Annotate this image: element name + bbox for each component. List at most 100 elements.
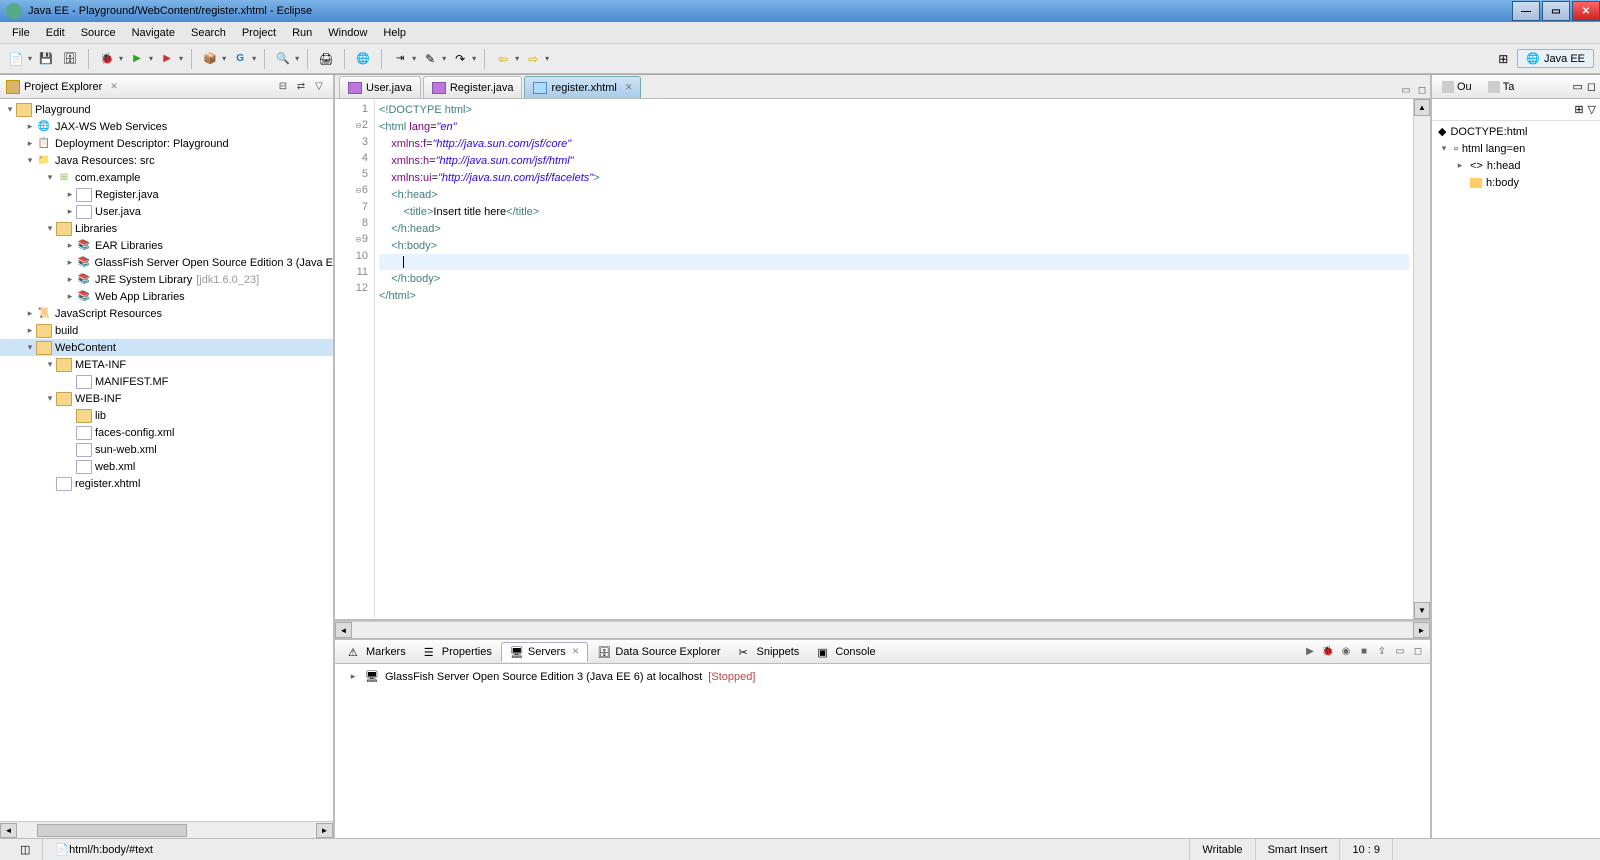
editor-content[interactable]: <!DOCTYPE html> <html lang="en" xmlns:f=… — [375, 99, 1413, 619]
open-perspective-button[interactable] — [1493, 49, 1513, 69]
outline-head[interactable]: ▸<>h:head — [1434, 157, 1598, 174]
tree-web-xml[interactable]: web.xml — [0, 458, 333, 475]
servers-body[interactable]: ▸ 🖥 GlassFish Server Open Source Edition… — [335, 664, 1430, 838]
run-external-button[interactable] — [157, 49, 177, 69]
editor-minimize-button[interactable]: ▭ — [1398, 82, 1414, 98]
menu-help[interactable]: Help — [375, 24, 414, 42]
tab-close-icon[interactable]: ✕ — [572, 646, 580, 657]
tree-jaxws[interactable]: ▸🌐JAX-WS Web Services — [0, 118, 333, 135]
link-editor-button[interactable]: ⇄ — [293, 79, 309, 95]
annotation-dropdown[interactable] — [442, 54, 446, 63]
tree-javares[interactable]: ▾📁Java Resources: src — [0, 152, 333, 169]
tree-ear-libs[interactable]: ▸📚EAR Libraries — [0, 237, 333, 254]
menu-source[interactable]: Source — [73, 24, 124, 42]
open-type-button[interactable] — [230, 49, 250, 69]
project-explorer-tab[interactable]: Project Explorer ✕ — [6, 80, 118, 94]
collapse-all-button[interactable]: ⊟ — [275, 79, 291, 95]
editor-tab-register[interactable]: Register.java — [423, 76, 523, 98]
next-ann-dropdown[interactable] — [472, 54, 476, 63]
tasklist-tab[interactable]: Ta — [1482, 79, 1521, 95]
scroll-up-button[interactable]: ▲ — [1414, 99, 1430, 116]
menu-edit[interactable]: Edit — [38, 24, 73, 42]
menu-run[interactable]: Run — [284, 24, 320, 42]
editor-tab-user[interactable]: User.java — [339, 76, 421, 98]
search-button[interactable] — [273, 49, 293, 69]
new-server-button[interactable] — [200, 49, 220, 69]
scroll-right-button[interactable]: ► — [316, 823, 333, 838]
project-explorer-close[interactable]: ✕ — [110, 81, 118, 92]
nav-back-dropdown[interactable] — [515, 54, 519, 63]
tree-libraries[interactable]: ▾Libraries — [0, 220, 333, 237]
menu-navigate[interactable]: Navigate — [124, 24, 183, 42]
minimize-button[interactable]: — — [1512, 1, 1540, 21]
tab-servers[interactable]: 🖥Servers✕ — [501, 642, 588, 662]
tree-metainf[interactable]: ▾META-INF — [0, 356, 333, 373]
debug-button[interactable] — [97, 49, 117, 69]
close-button[interactable]: ✕ — [1572, 1, 1600, 21]
tree-register-java[interactable]: ▸Register.java — [0, 186, 333, 203]
outline-body[interactable]: h:body — [1434, 174, 1598, 191]
server-stop-button[interactable]: ■ — [1356, 644, 1372, 660]
perspective-javaee[interactable]: 🌐 Java EE — [1517, 49, 1594, 68]
server-start-button[interactable]: ▶ — [1302, 644, 1318, 660]
outline-doctype[interactable]: ◆DOCTYPE:html — [1434, 123, 1598, 140]
outline-html[interactable]: ▾▫html lang=en — [1434, 140, 1598, 157]
editor-tab-register-xhtml[interactable]: register.xhtml✕ — [524, 76, 641, 98]
tree-webcontent[interactable]: ▾WebContent — [0, 339, 333, 356]
server-publish-button[interactable]: ⇪ — [1374, 644, 1390, 660]
run-external-dropdown[interactable] — [179, 54, 183, 63]
menu-search[interactable]: Search — [183, 24, 234, 42]
tree-webinf[interactable]: ▾WEB-INF — [0, 390, 333, 407]
scroll-left-button[interactable]: ◄ — [335, 622, 352, 638]
search-dropdown[interactable] — [295, 54, 299, 63]
tab-properties[interactable]: ☰Properties — [415, 642, 501, 662]
tree-user-java[interactable]: ▸User.java — [0, 203, 333, 220]
outline-sort-button[interactable]: ⊞ — [1574, 103, 1583, 116]
editor-hscroll[interactable]: ◄ ► — [335, 621, 1430, 638]
editor-maximize-button[interactable]: ◻ — [1414, 82, 1430, 98]
scroll-down-button[interactable]: ▼ — [1414, 602, 1430, 619]
skip-breakpoints-button[interactable] — [390, 49, 410, 69]
tab-console[interactable]: ▣Console — [808, 642, 884, 662]
maximize-button[interactable]: ▭ — [1542, 1, 1570, 21]
project-tree[interactable]: ▾Playground ▸🌐JAX-WS Web Services ▸📋Depl… — [0, 99, 333, 821]
tab-close-icon[interactable]: ✕ — [625, 82, 633, 93]
open-web-browser-button[interactable] — [353, 49, 373, 69]
tree-register-xhtml[interactable]: register.xhtml — [0, 475, 333, 492]
tree-lib[interactable]: lib — [0, 407, 333, 424]
nav-forward-dropdown[interactable] — [545, 54, 549, 63]
menu-file[interactable]: File — [4, 24, 38, 42]
nav-back-button[interactable] — [493, 49, 513, 69]
outline-tree[interactable]: ◆DOCTYPE:html ▾▫html lang=en ▸<>h:head h… — [1432, 121, 1600, 838]
server-debug-button[interactable]: 🐞 — [1320, 644, 1336, 660]
annotation-button[interactable]: ✎ — [420, 49, 440, 69]
menu-project[interactable]: Project — [234, 24, 284, 42]
tree-webapp-libs[interactable]: ▸📚Web App Libraries — [0, 288, 333, 305]
skip-dropdown[interactable] — [412, 54, 416, 63]
save-button[interactable] — [36, 49, 56, 69]
run-button[interactable] — [127, 49, 147, 69]
outline-maximize-button[interactable]: ◻ — [1587, 80, 1596, 93]
scroll-right-button[interactable]: ► — [1413, 622, 1430, 638]
tree-glassfish-lib[interactable]: ▸📚GlassFish Server Open Source Edition 3… — [0, 254, 333, 271]
server-profile-button[interactable]: ◉ — [1338, 644, 1354, 660]
tree-package[interactable]: ▾⊞com.example — [0, 169, 333, 186]
panel-maximize-button[interactable]: ◻ — [1410, 644, 1426, 660]
run-dropdown[interactable] — [149, 54, 153, 63]
tab-markers[interactable]: ⚠Markers — [339, 642, 415, 662]
debug-dropdown[interactable] — [119, 54, 123, 63]
tab-dse[interactable]: 🗄Data Source Explorer — [588, 642, 729, 662]
outline-minimize-button[interactable]: ▭ — [1572, 80, 1582, 93]
view-menu-button[interactable]: ▽ — [311, 79, 327, 95]
new-dropdown[interactable] — [28, 54, 32, 63]
tree-manifest[interactable]: MANIFEST.MF — [0, 373, 333, 390]
tree-jre[interactable]: ▸📚JRE System Library[jdk1.6.0_23] — [0, 271, 333, 288]
tree-faces-config[interactable]: faces-config.xml — [0, 424, 333, 441]
scroll-thumb[interactable] — [37, 824, 187, 837]
outline-tab[interactable]: Ou — [1436, 79, 1478, 95]
nav-forward-button[interactable] — [523, 49, 543, 69]
tab-snippets[interactable]: ✂Snippets — [730, 642, 809, 662]
save-all-button[interactable] — [60, 49, 80, 69]
editor-vscroll[interactable]: ▲ ▼ — [1413, 99, 1430, 619]
new-button[interactable] — [6, 49, 26, 69]
